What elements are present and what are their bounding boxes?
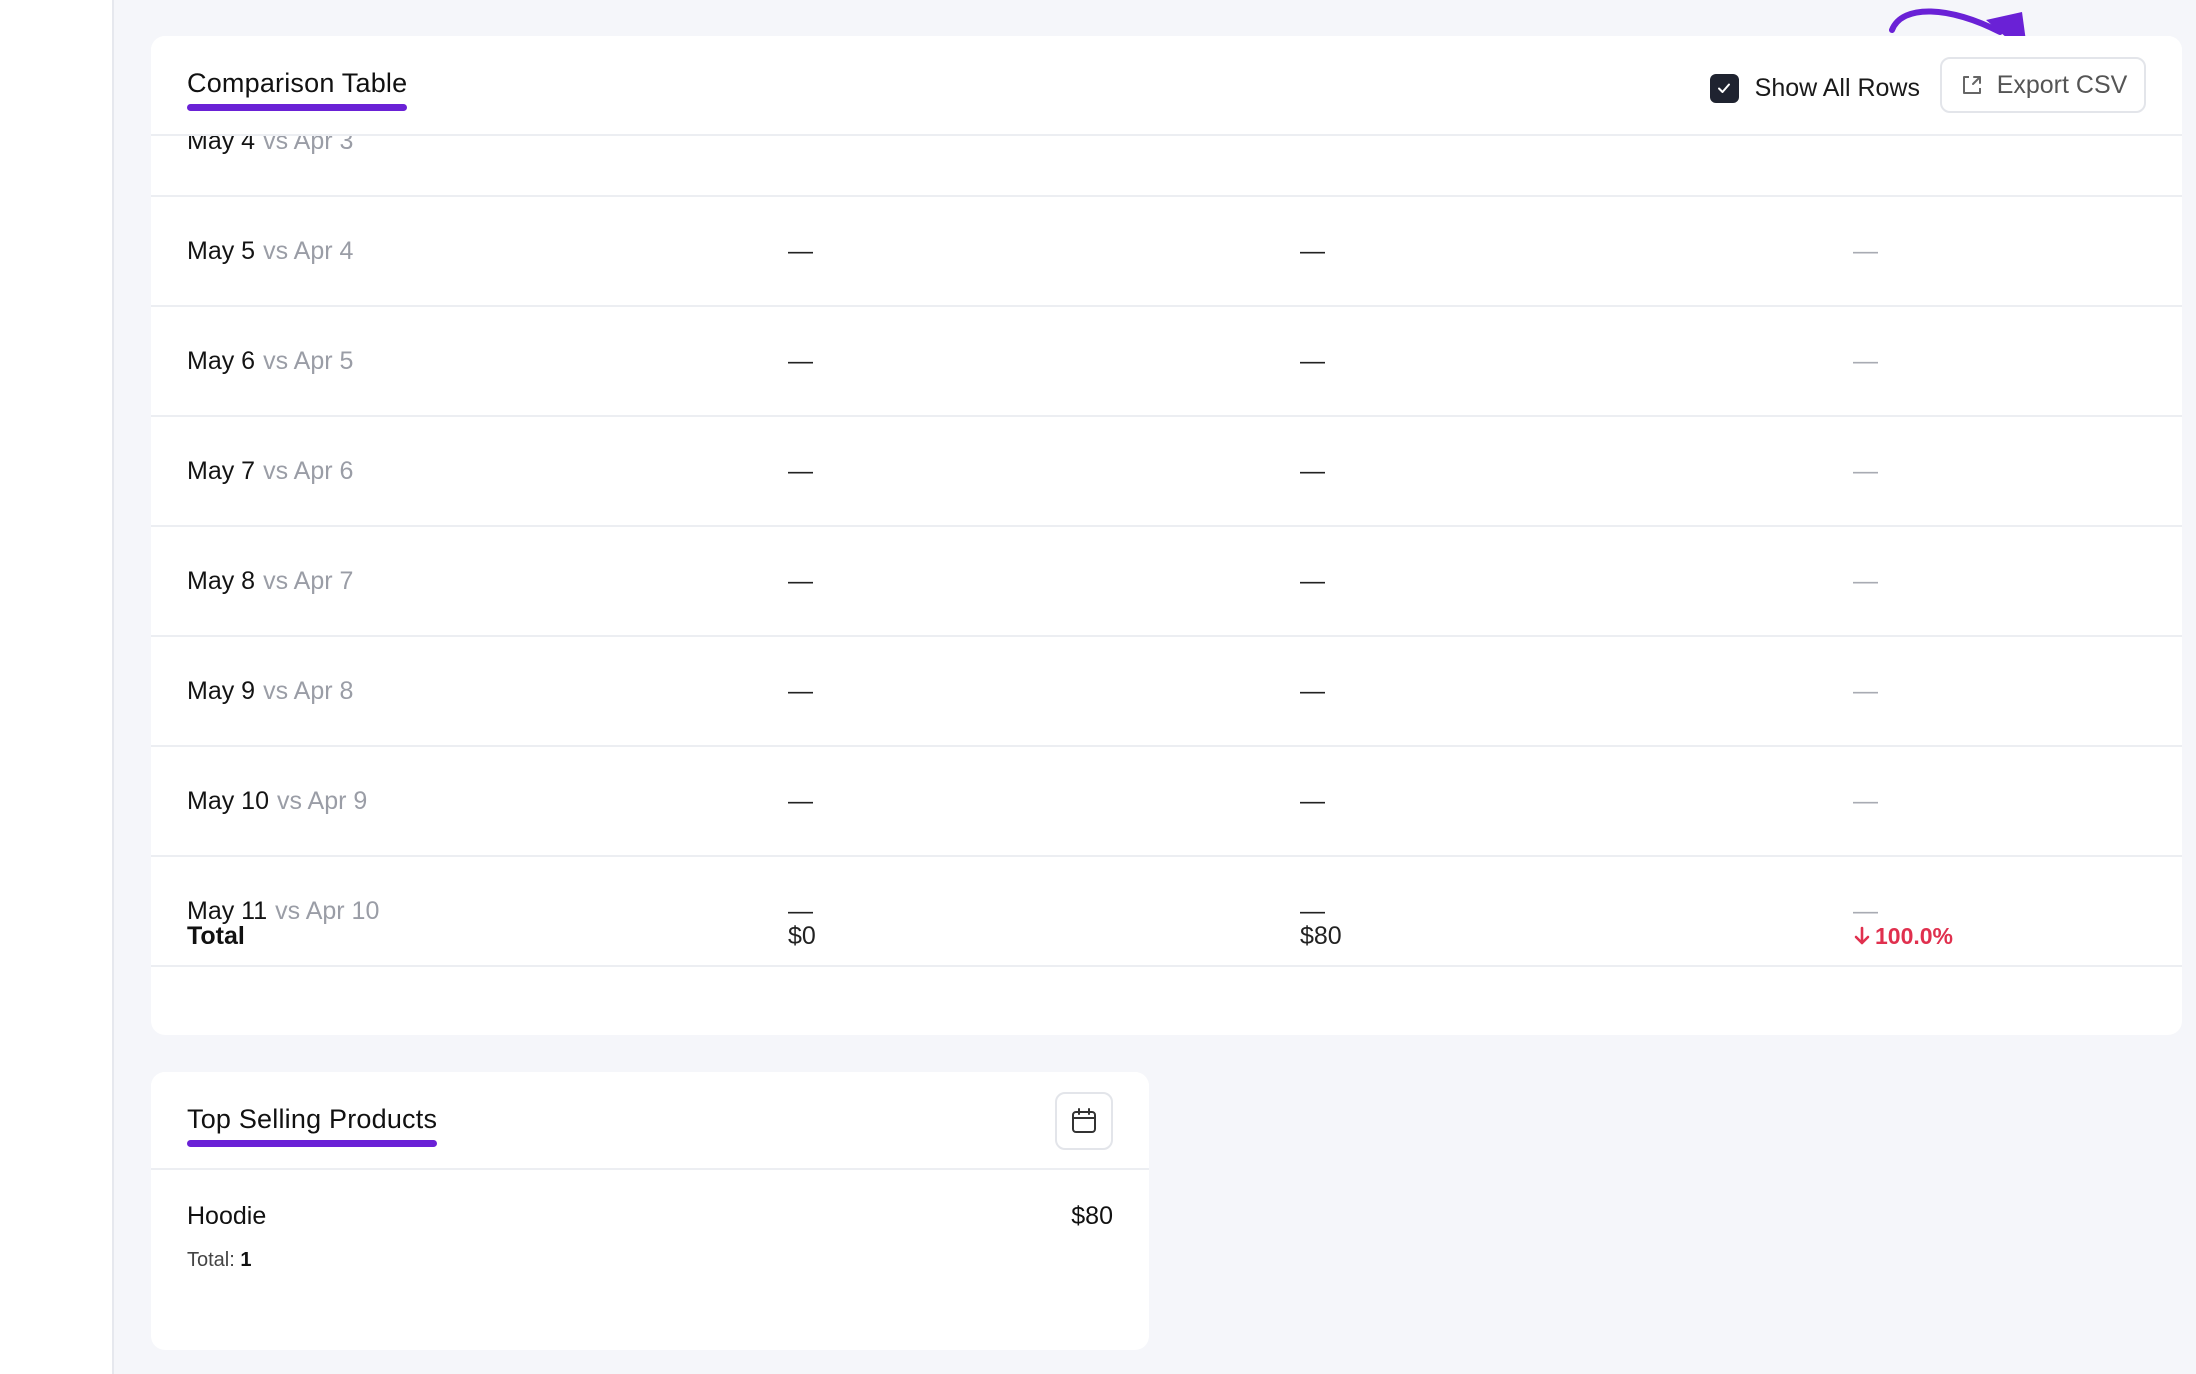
check-icon: [1718, 83, 1731, 93]
top-selling-products-title: Top Selling Products: [187, 1104, 438, 1147]
table-row: May 5 vs Apr 4 — — —: [151, 197, 2182, 307]
row-current-value: —: [788, 676, 813, 705]
total-previous-value: $80: [1300, 921, 1342, 950]
row-date: May 7 vs Apr 6: [187, 417, 353, 525]
row-date-current: May 8: [187, 566, 256, 595]
row-date: May 6 vs Apr 5: [187, 307, 353, 415]
total-change-value: 100.0%: [1875, 922, 1954, 949]
total-change: 100.0%: [1853, 891, 1953, 981]
total-current-value: $0: [788, 921, 816, 950]
row-date: May 9 vs Apr 8: [187, 637, 353, 745]
table-total-row: Total $0 $80 100.0%: [151, 891, 2182, 981]
title-underline: [187, 1140, 438, 1147]
top-selling-products-header: Top Selling Products: [151, 1072, 1149, 1170]
row-previous-value: —: [1300, 456, 1325, 485]
table-row: May 6 vs Apr 5 — — —: [151, 307, 2182, 417]
show-all-rows-toggle[interactable]: Show All Rows: [1709, 70, 1920, 106]
row-date-compare: vs Apr 7: [263, 566, 354, 595]
row-change-value: —: [1853, 236, 1878, 265]
table-row: May 8 vs Apr 7 — — —: [151, 527, 2182, 637]
row-date-current: May 6: [187, 346, 256, 375]
row-current-value: —: [788, 236, 813, 265]
row-date: May 8 vs Apr 7: [187, 527, 353, 635]
total-label: Total: [187, 921, 245, 950]
row-current-value: —: [788, 566, 813, 595]
row-date-compare: vs Apr 8: [263, 676, 354, 705]
row-current-value: —: [788, 456, 813, 485]
row-change-value: —: [1853, 786, 1878, 815]
top-selling-products-card: Top Selling Products Hoodie $80 Total: 1: [151, 1072, 1149, 1350]
comparison-table-title-text: Comparison Table: [187, 68, 408, 98]
show-all-rows-label[interactable]: Show All Rows: [1755, 74, 1920, 103]
row-date-compare: vs Apr 4: [263, 236, 354, 265]
comparison-table-title: Comparison Table: [187, 68, 408, 111]
title-underline: [187, 104, 408, 111]
list-item: Hoodie $80 Total: 1: [187, 1202, 1113, 1272]
row-change-value: —: [1853, 676, 1878, 705]
row-change-value: —: [1853, 346, 1878, 375]
row-date: May 5 vs Apr 4: [187, 197, 353, 305]
export-icon: [1962, 76, 1981, 94]
arrow-down-icon: [1854, 926, 1870, 945]
row-date-compare: vs Apr 5: [263, 346, 354, 375]
top-selling-products-title-text: Top Selling Products: [187, 1104, 438, 1134]
row-previous-value: —: [1300, 346, 1325, 375]
table-row: May 10 vs Apr 9 — — —: [151, 747, 2182, 857]
export-csv-label: Export CSV: [1996, 70, 2128, 99]
row-date-compare: vs Apr 6: [263, 456, 354, 485]
row-change-value: —: [1853, 456, 1878, 485]
export-csv-button[interactable]: Export CSV: [1940, 57, 2146, 113]
product-total-value: 1: [240, 1249, 252, 1271]
table-row: May 9 vs Apr 8 — — —: [151, 637, 2182, 747]
row-change-value: —: [1853, 566, 1878, 595]
comparison-table-card: Comparison Table Show All Rows Export CS…: [151, 36, 2182, 1035]
row-date-current: May 9: [187, 676, 256, 705]
product-total-label: Total:: [187, 1249, 235, 1271]
comparison-table-header: Comparison Table Show All Rows Export CS…: [151, 36, 2182, 136]
product-total: Total: 1: [187, 1249, 1113, 1272]
row-current-value: —: [788, 786, 813, 815]
calendar-icon: [1072, 1108, 1096, 1133]
product-price: $80: [1071, 1202, 1113, 1230]
row-date-current: May 10: [187, 786, 269, 815]
row-date: May 10 vs Apr 9: [187, 747, 367, 855]
row-date-current: May 7: [187, 456, 256, 485]
row-previous-value: —: [1300, 236, 1325, 265]
row-previous-value: —: [1300, 676, 1325, 705]
row-date-current: May 5: [187, 236, 256, 265]
row-previous-value: —: [1300, 786, 1325, 815]
product-name: Hoodie: [187, 1202, 267, 1230]
row-previous-value: —: [1300, 566, 1325, 595]
show-all-rows-checkbox[interactable]: [1709, 73, 1739, 103]
left-sidebar: [0, 0, 114, 1374]
table-row: May 7 vs Apr 6 — — —: [151, 417, 2182, 527]
date-picker-button[interactable]: [1055, 1092, 1113, 1150]
row-date-compare: vs Apr 9: [276, 786, 368, 815]
row-current-value: —: [788, 346, 813, 375]
